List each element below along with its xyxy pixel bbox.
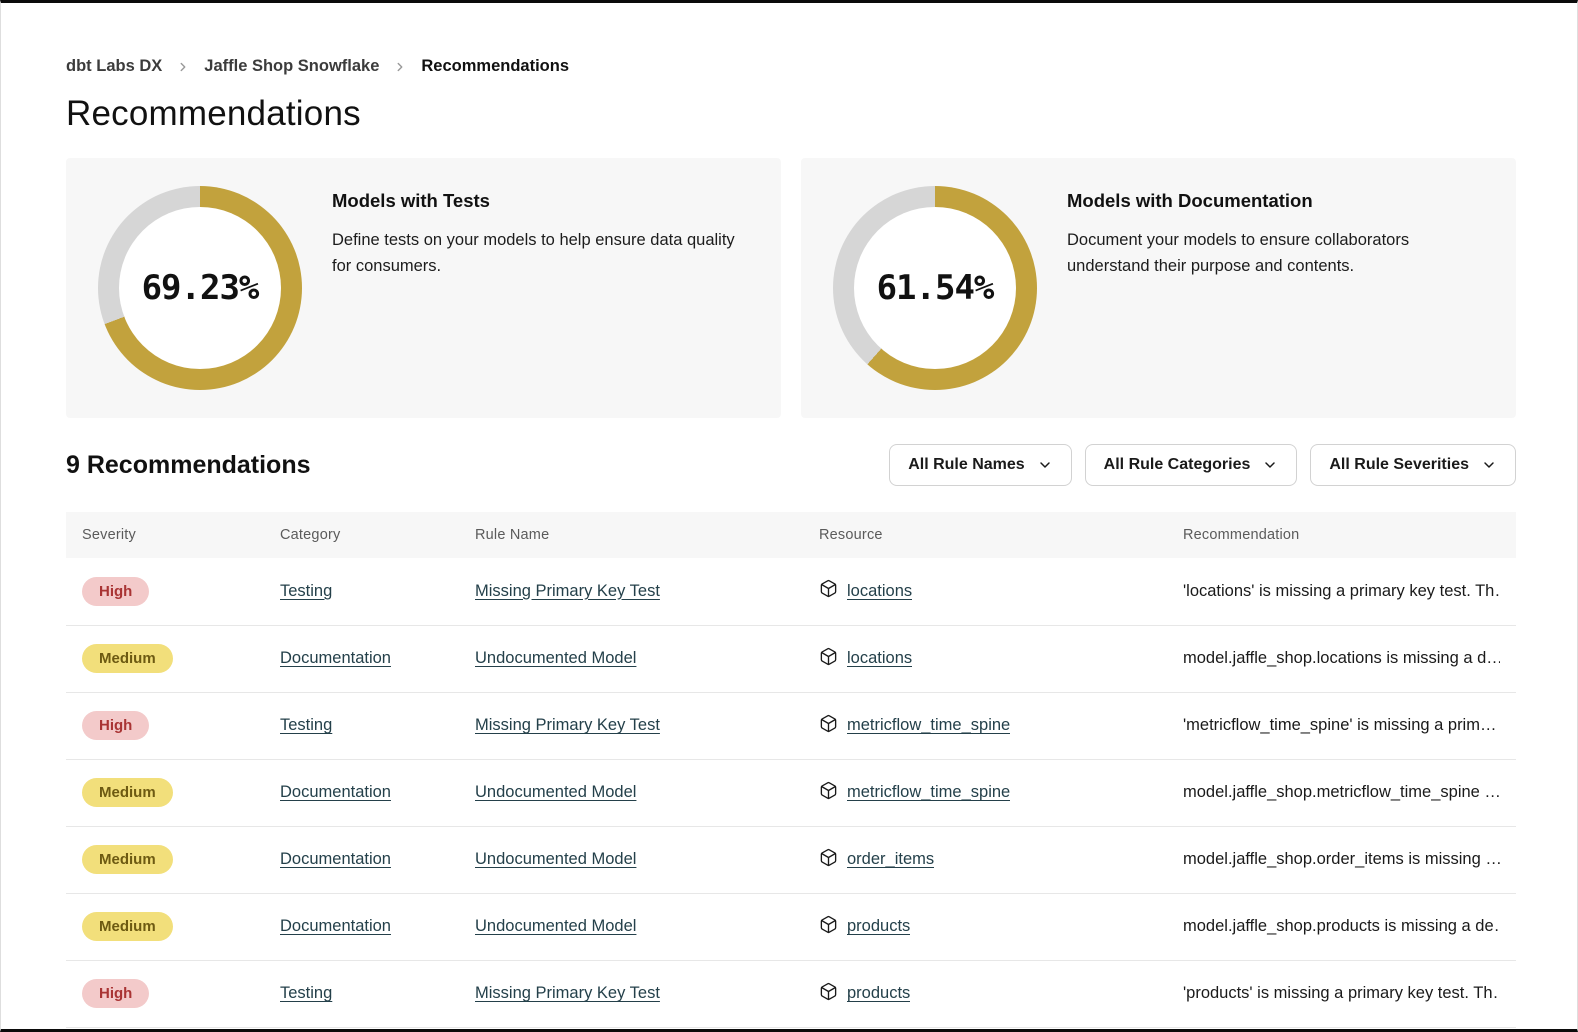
category-link[interactable]: Documentation [280,850,391,868]
models-with-tests-card: 69.23% Models with Tests Define tests on… [66,158,781,418]
package-icon [819,647,838,671]
severity-badge: High [82,711,149,740]
chevron-down-icon [1037,457,1053,473]
donut-center: 61.54% [854,207,1016,369]
page-title: Recommendations [66,94,1516,134]
rule-name-link[interactable]: Undocumented Model [475,783,636,801]
column-header-resource: Resource [803,512,1167,558]
tests-percent-value: 69.23% [142,268,259,308]
rule-name-link[interactable]: Undocumented Model [475,649,636,667]
card-description: Document your models to ensure collabora… [1067,228,1488,279]
rule-name-link[interactable]: Undocumented Model [475,917,636,935]
donut-center: 69.23% [119,207,281,369]
severity-badge: High [82,577,149,606]
models-with-documentation-card: 61.54% Models with Documentation Documen… [801,158,1516,418]
category-link[interactable]: Documentation [280,649,391,667]
category-link[interactable]: Documentation [280,917,391,935]
package-icon [819,982,838,1006]
category-link[interactable]: Testing [280,984,332,1002]
table-header-row: Severity Category Rule Name Resource Rec… [66,512,1516,558]
recommendation-text: model.jaffle_shop.products is missing a … [1183,917,1500,936]
recommendations-table: Severity Category Rule Name Resource Rec… [66,512,1516,1028]
column-header-recommendation: Recommendation [1167,512,1516,558]
recommendation-text: model.jaffle_shop.order_items is missing… [1183,850,1500,869]
filter-label: All Rule Categories [1104,456,1251,474]
column-header-rule-name: Rule Name [459,512,803,558]
card-title: Models with Documentation [1067,190,1488,212]
package-icon [819,848,838,872]
chevron-right-icon [393,60,407,74]
filter-group: All Rule Names All Rule Categories All R… [889,444,1516,486]
card-description: Define tests on your models to help ensu… [332,228,753,279]
rule-names-filter-dropdown[interactable]: All Rule Names [889,444,1071,486]
package-icon [819,915,838,939]
category-link[interactable]: Testing [280,716,332,734]
table-row: High Testing Missing Primary Key Test me… [66,692,1516,759]
severity-badge: Medium [82,644,173,673]
table-row: Medium Documentation Undocumented Model … [66,625,1516,692]
resource-link[interactable]: locations [847,649,912,668]
recommendation-text: 'locations' is missing a primary key tes… [1183,582,1500,601]
rule-name-link[interactable]: Missing Primary Key Test [475,582,660,600]
recommendation-text: model.jaffle_shop.locations is missing a… [1183,649,1500,668]
recommendations-toolbar: 9 Recommendations All Rule Names All Rul… [66,444,1516,486]
column-header-category: Category [264,512,459,558]
rule-severities-filter-dropdown[interactable]: All Rule Severities [1310,444,1516,486]
severity-badge: Medium [82,845,173,874]
package-icon [819,579,838,603]
chevron-right-icon [176,60,190,74]
rule-name-link[interactable]: Missing Primary Key Test [475,716,660,734]
package-icon [819,714,838,738]
recommendations-count: 9 Recommendations [66,451,311,480]
chevron-down-icon [1262,457,1278,473]
recommendation-text: model.jaffle_shop.metricflow_time_spine … [1183,783,1500,802]
rule-categories-filter-dropdown[interactable]: All Rule Categories [1085,444,1298,486]
filter-label: All Rule Names [908,456,1024,474]
breadcrumb-item-account[interactable]: dbt Labs DX [66,57,162,76]
recommendations-page: dbt Labs DX Jaffle Shop Snowflake Recomm… [1,57,1577,1028]
tests-donut-chart: 69.23% [98,186,302,390]
category-link[interactable]: Testing [280,582,332,600]
severity-badge: High [82,979,149,1008]
table-row: High Testing Missing Primary Key Test pr… [66,960,1516,1027]
recommendation-text: 'products' is missing a primary key test… [1183,984,1500,1003]
severity-badge: Medium [82,912,173,941]
app-window: dbt Labs DX Jaffle Shop Snowflake Recomm… [0,0,1578,1032]
breadcrumb: dbt Labs DX Jaffle Shop Snowflake Recomm… [66,57,1516,76]
documentation-percent-value: 61.54% [877,268,994,308]
column-header-severity: Severity [66,512,264,558]
resource-link[interactable]: products [847,984,910,1003]
breadcrumb-item-current: Recommendations [421,57,569,76]
resource-link[interactable]: order_items [847,850,934,869]
table-row: Medium Documentation Undocumented Model … [66,893,1516,960]
resource-link[interactable]: metricflow_time_spine [847,783,1010,802]
category-link[interactable]: Documentation [280,783,391,801]
table-row: Medium Documentation Undocumented Model … [66,826,1516,893]
severity-badge: Medium [82,778,173,807]
filter-label: All Rule Severities [1329,456,1469,474]
documentation-donut-chart: 61.54% [833,186,1037,390]
rule-name-link[interactable]: Undocumented Model [475,850,636,868]
package-icon [819,781,838,805]
summary-cards: 69.23% Models with Tests Define tests on… [66,158,1516,418]
resource-link[interactable]: metricflow_time_spine [847,716,1010,735]
resource-link[interactable]: locations [847,582,912,601]
table-row: High Testing Missing Primary Key Test lo… [66,558,1516,625]
resource-link[interactable]: products [847,917,910,936]
rule-name-link[interactable]: Missing Primary Key Test [475,984,660,1002]
table-row: Medium Documentation Undocumented Model … [66,759,1516,826]
card-title: Models with Tests [332,190,753,212]
breadcrumb-item-project[interactable]: Jaffle Shop Snowflake [204,57,379,76]
recommendation-text: 'metricflow_time_spine' is missing a pri… [1183,716,1500,735]
chevron-down-icon [1481,457,1497,473]
